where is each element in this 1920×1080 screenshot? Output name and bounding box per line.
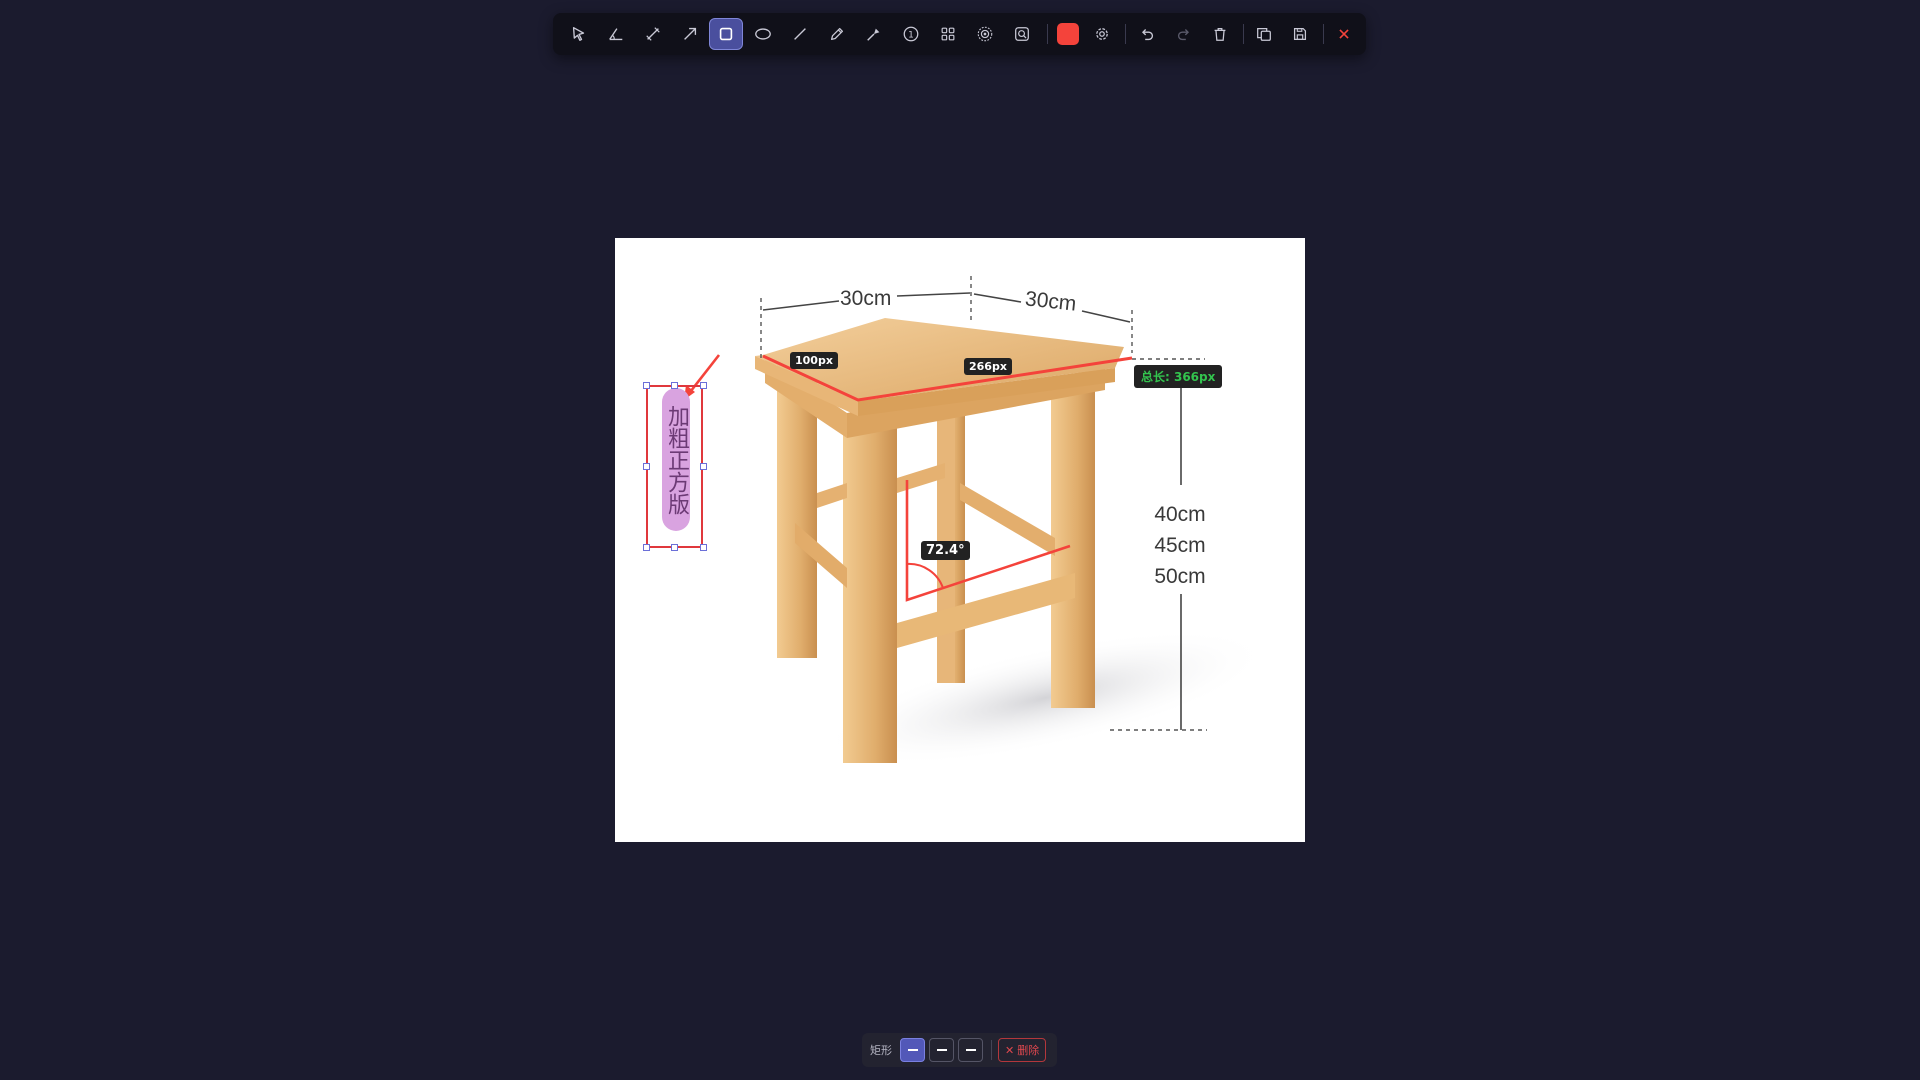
resize-handle[interactable] bbox=[700, 463, 707, 470]
magnifier-icon bbox=[1015, 27, 1029, 41]
marker-icon bbox=[867, 28, 880, 41]
stroke-medium-button[interactable] bbox=[929, 1038, 954, 1062]
pencil-icon bbox=[830, 27, 844, 41]
height-label: 50cm bbox=[1154, 565, 1206, 588]
redo-icon bbox=[1177, 29, 1190, 41]
stroke-thick-button[interactable] bbox=[958, 1038, 983, 1062]
redo-button[interactable] bbox=[1167, 18, 1201, 50]
resize-handle[interactable] bbox=[700, 382, 707, 389]
square-icon bbox=[719, 27, 733, 41]
undo-button[interactable] bbox=[1130, 18, 1164, 50]
arrow-icon bbox=[684, 27, 697, 40]
segment-length-badge: 100px bbox=[790, 352, 838, 369]
delete-label: 删除 bbox=[1017, 1044, 1040, 1057]
toolbar-divider bbox=[1125, 24, 1126, 44]
total-length-badge: 总长: 366px bbox=[1134, 365, 1223, 388]
settings-button[interactable] bbox=[1085, 18, 1119, 50]
pen-tool-button[interactable] bbox=[820, 18, 854, 50]
toolbar-divider bbox=[1243, 24, 1244, 44]
save-button[interactable] bbox=[1283, 18, 1317, 50]
select-tool-button[interactable] bbox=[562, 18, 596, 50]
ellipse-tool-button[interactable] bbox=[746, 18, 780, 50]
number-tool-button[interactable]: 1 bbox=[894, 18, 928, 50]
stool-right-leg bbox=[1051, 378, 1095, 708]
stroke-thin-button[interactable] bbox=[900, 1038, 925, 1062]
copy-button[interactable] bbox=[1247, 18, 1281, 50]
annotation-toolbar: 1 bbox=[553, 13, 1366, 55]
stroke-width-icon bbox=[965, 1049, 976, 1051]
measure-tool-button[interactable] bbox=[636, 18, 670, 50]
stroke-width-icon bbox=[936, 1049, 947, 1051]
gear-icon bbox=[1096, 28, 1108, 40]
resize-handle[interactable] bbox=[671, 382, 678, 389]
close-button[interactable] bbox=[1327, 18, 1361, 50]
resize-handle[interactable] bbox=[643, 382, 650, 389]
stroke-width-icon bbox=[907, 1049, 918, 1051]
ellipse-icon bbox=[755, 28, 771, 40]
height-label: 40cm bbox=[1154, 503, 1206, 526]
angle-icon bbox=[609, 28, 623, 41]
arrow-tool-button[interactable] bbox=[673, 18, 707, 50]
svg-text:1: 1 bbox=[908, 31, 914, 41]
close-icon bbox=[1339, 29, 1349, 39]
grid-icon bbox=[941, 27, 955, 41]
magnify-tool-button[interactable] bbox=[1005, 18, 1039, 50]
resize-handle[interactable] bbox=[671, 544, 678, 551]
angle-tool-button[interactable] bbox=[599, 18, 633, 50]
ruler-diagonal-icon bbox=[646, 27, 660, 41]
shape-type-label: 矩形 bbox=[870, 1044, 892, 1057]
copy-icon bbox=[1257, 27, 1271, 41]
close-icon: ✕ bbox=[1005, 1043, 1015, 1057]
blur-tool-button[interactable] bbox=[968, 18, 1002, 50]
marker-tool-button[interactable] bbox=[857, 18, 891, 50]
delete-shape-button[interactable]: ✕ 删除 bbox=[998, 1038, 1047, 1062]
angle-badge: 72.4° bbox=[921, 541, 970, 560]
trash-icon bbox=[1214, 27, 1226, 41]
resize-handle[interactable] bbox=[700, 544, 707, 551]
color-swatch bbox=[1057, 23, 1079, 45]
line-icon bbox=[794, 28, 806, 40]
delete-button[interactable] bbox=[1203, 18, 1237, 50]
color-picker-button[interactable] bbox=[1051, 18, 1085, 50]
resize-handle[interactable] bbox=[643, 463, 650, 470]
height-label: 45cm bbox=[1154, 534, 1206, 557]
shape-options-bar: 矩形 ✕ 删除 bbox=[862, 1033, 1057, 1067]
save-icon bbox=[1293, 27, 1307, 41]
segment-length-badge: 266px bbox=[964, 358, 1012, 375]
screenshot-canvas[interactable]: 30cm 30cm 40cm 45cm 50cm 100px 266px 总长:… bbox=[615, 238, 1305, 842]
toolbar-divider bbox=[1047, 24, 1048, 44]
height-labels: 40cm 45cm 50cm bbox=[1140, 499, 1220, 592]
blur-icon bbox=[977, 26, 993, 42]
line-tool-button[interactable] bbox=[783, 18, 817, 50]
bar-divider bbox=[991, 1040, 992, 1060]
selected-rectangle[interactable] bbox=[646, 385, 703, 548]
resize-handle[interactable] bbox=[643, 544, 650, 551]
width-label-left: 30cm bbox=[840, 287, 892, 310]
toolbar-divider bbox=[1323, 24, 1324, 44]
numbered-circle-icon: 1 bbox=[903, 26, 919, 42]
undo-icon bbox=[1141, 29, 1154, 41]
rectangle-tool-button[interactable] bbox=[709, 18, 743, 50]
stool-front-leg bbox=[843, 413, 897, 763]
mosaic-tool-button[interactable] bbox=[931, 18, 965, 50]
cursor-icon bbox=[572, 27, 585, 41]
